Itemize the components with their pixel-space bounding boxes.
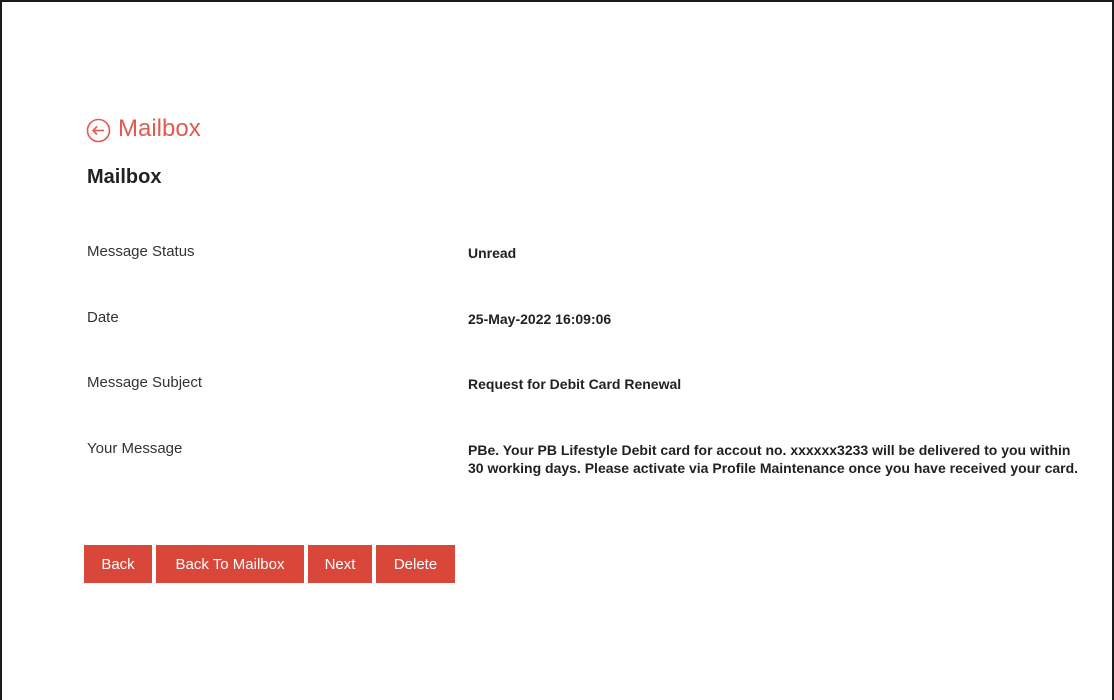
page-frame xyxy=(0,0,1114,700)
back-link-label: Mailbox xyxy=(118,115,201,142)
message-subject-value: Request for Debit Card Renewal xyxy=(468,376,682,392)
date-value: 25-May-2022 16:09:06 xyxy=(468,311,612,327)
your-message-value: PBe. Your PB Lifestyle Debit card for ac… xyxy=(468,442,1079,476)
message-subject-label: Message Subject xyxy=(87,374,203,391)
back-to-mailbox-link[interactable]: Mailbox xyxy=(86,114,201,144)
date-label: Date xyxy=(87,309,119,326)
next-button[interactable]: Next xyxy=(308,545,372,583)
message-status-label: Message Status xyxy=(87,243,195,260)
page-title: Mailbox xyxy=(87,166,162,188)
back-to-mailbox-button[interactable]: Back To Mailbox xyxy=(156,545,304,583)
action-button-bar: Back Back To Mailbox Next Delete xyxy=(84,545,455,583)
message-status-value: Unread xyxy=(468,245,517,261)
circle-arrow-left-icon xyxy=(86,118,111,143)
your-message-label: Your Message xyxy=(87,440,183,457)
delete-button[interactable]: Delete xyxy=(376,545,455,583)
back-button[interactable]: Back xyxy=(84,545,152,583)
